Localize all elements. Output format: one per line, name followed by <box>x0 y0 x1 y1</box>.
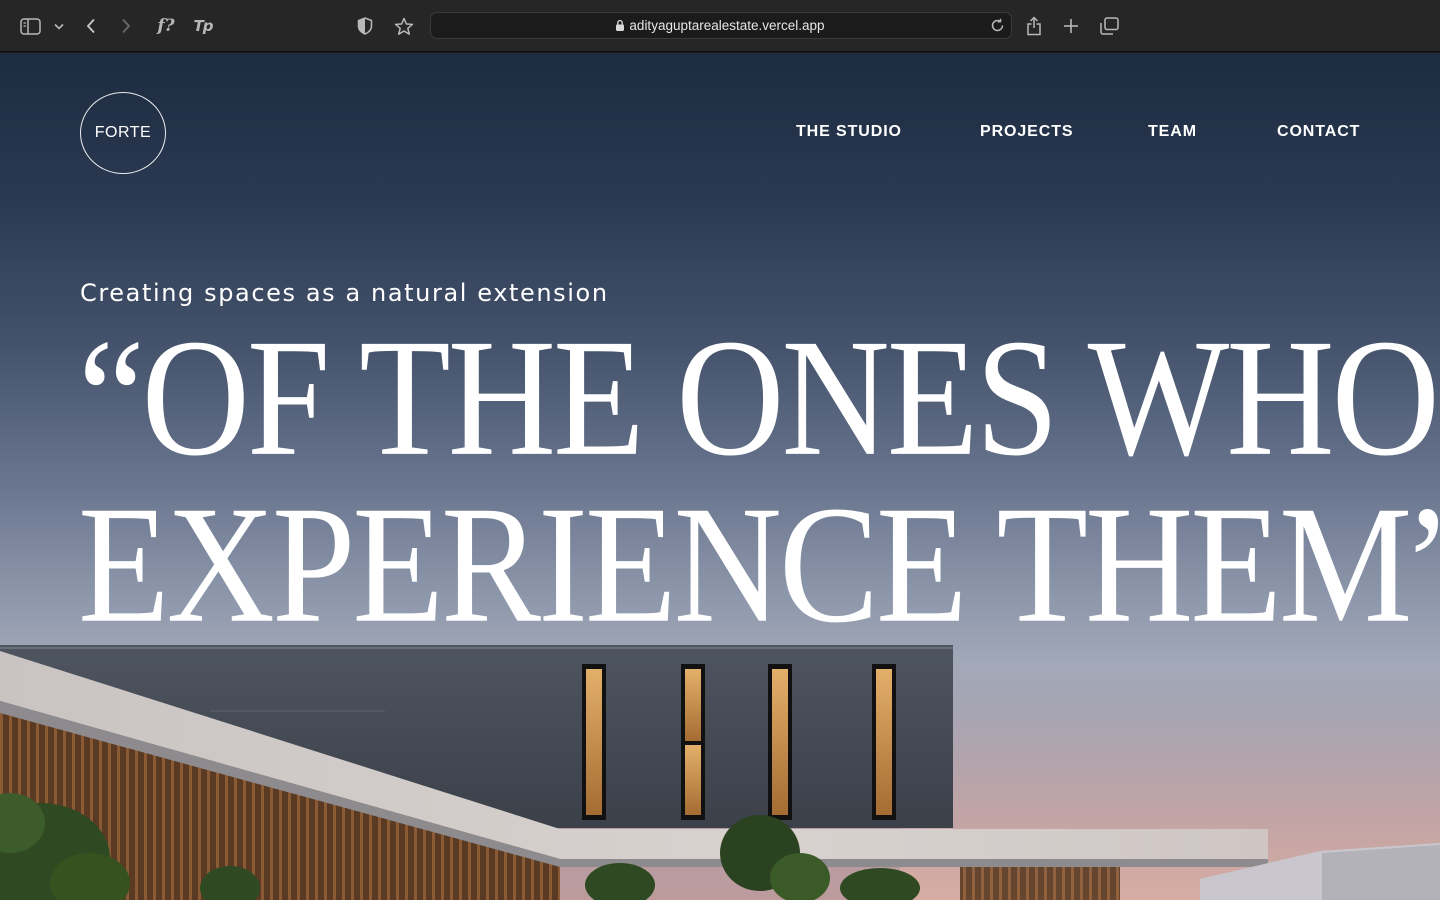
nav-team[interactable]: TEAM <box>1148 123 1197 141</box>
hero-headline: “OF THE ONES WHO EXPERIENCE THEM” <box>78 304 1440 658</box>
share-icon[interactable] <box>1024 14 1044 38</box>
extension-tp-icon[interactable]: Tp <box>191 14 215 38</box>
chevron-down-icon[interactable] <box>53 14 65 38</box>
nav-contact[interactable]: CONTACT <box>1277 123 1360 141</box>
logo-text: FORTE <box>94 124 152 141</box>
url-text: adityaguptarealestate.vercel.app <box>629 18 825 33</box>
hero-section: FORTE THE STUDIO PROJECTS TEAM CONTACT C… <box>0 53 1440 900</box>
back-icon[interactable] <box>84 14 98 38</box>
sidebar-icon[interactable] <box>19 14 41 38</box>
site-logo[interactable]: FORTE <box>80 92 166 174</box>
star-icon[interactable] <box>393 14 415 38</box>
hero-tagline: Creating spaces as a natural extension <box>80 279 609 307</box>
nav-the-studio[interactable]: THE STUDIO <box>796 123 902 141</box>
hero-headline-line-2: EXPERIENCE THEM” <box>78 471 1440 658</box>
nav-projects[interactable]: PROJECTS <box>980 123 1073 141</box>
address-bar[interactable]: adityaguptarealestate.vercel.app <box>430 12 1012 39</box>
browser-toolbar: f? Tp adityaguptarealestate.vercel.app <box>0 0 1440 52</box>
hero-headline-line-1: “OF THE ONES WHO <box>78 304 1440 491</box>
reload-icon[interactable] <box>990 18 1005 33</box>
plus-icon[interactable] <box>1061 14 1081 38</box>
forward-icon[interactable] <box>119 14 133 38</box>
shield-icon[interactable] <box>355 14 375 38</box>
extension-fonts-icon[interactable]: f? <box>154 14 178 38</box>
tabs-overview-icon[interactable] <box>1098 14 1120 38</box>
